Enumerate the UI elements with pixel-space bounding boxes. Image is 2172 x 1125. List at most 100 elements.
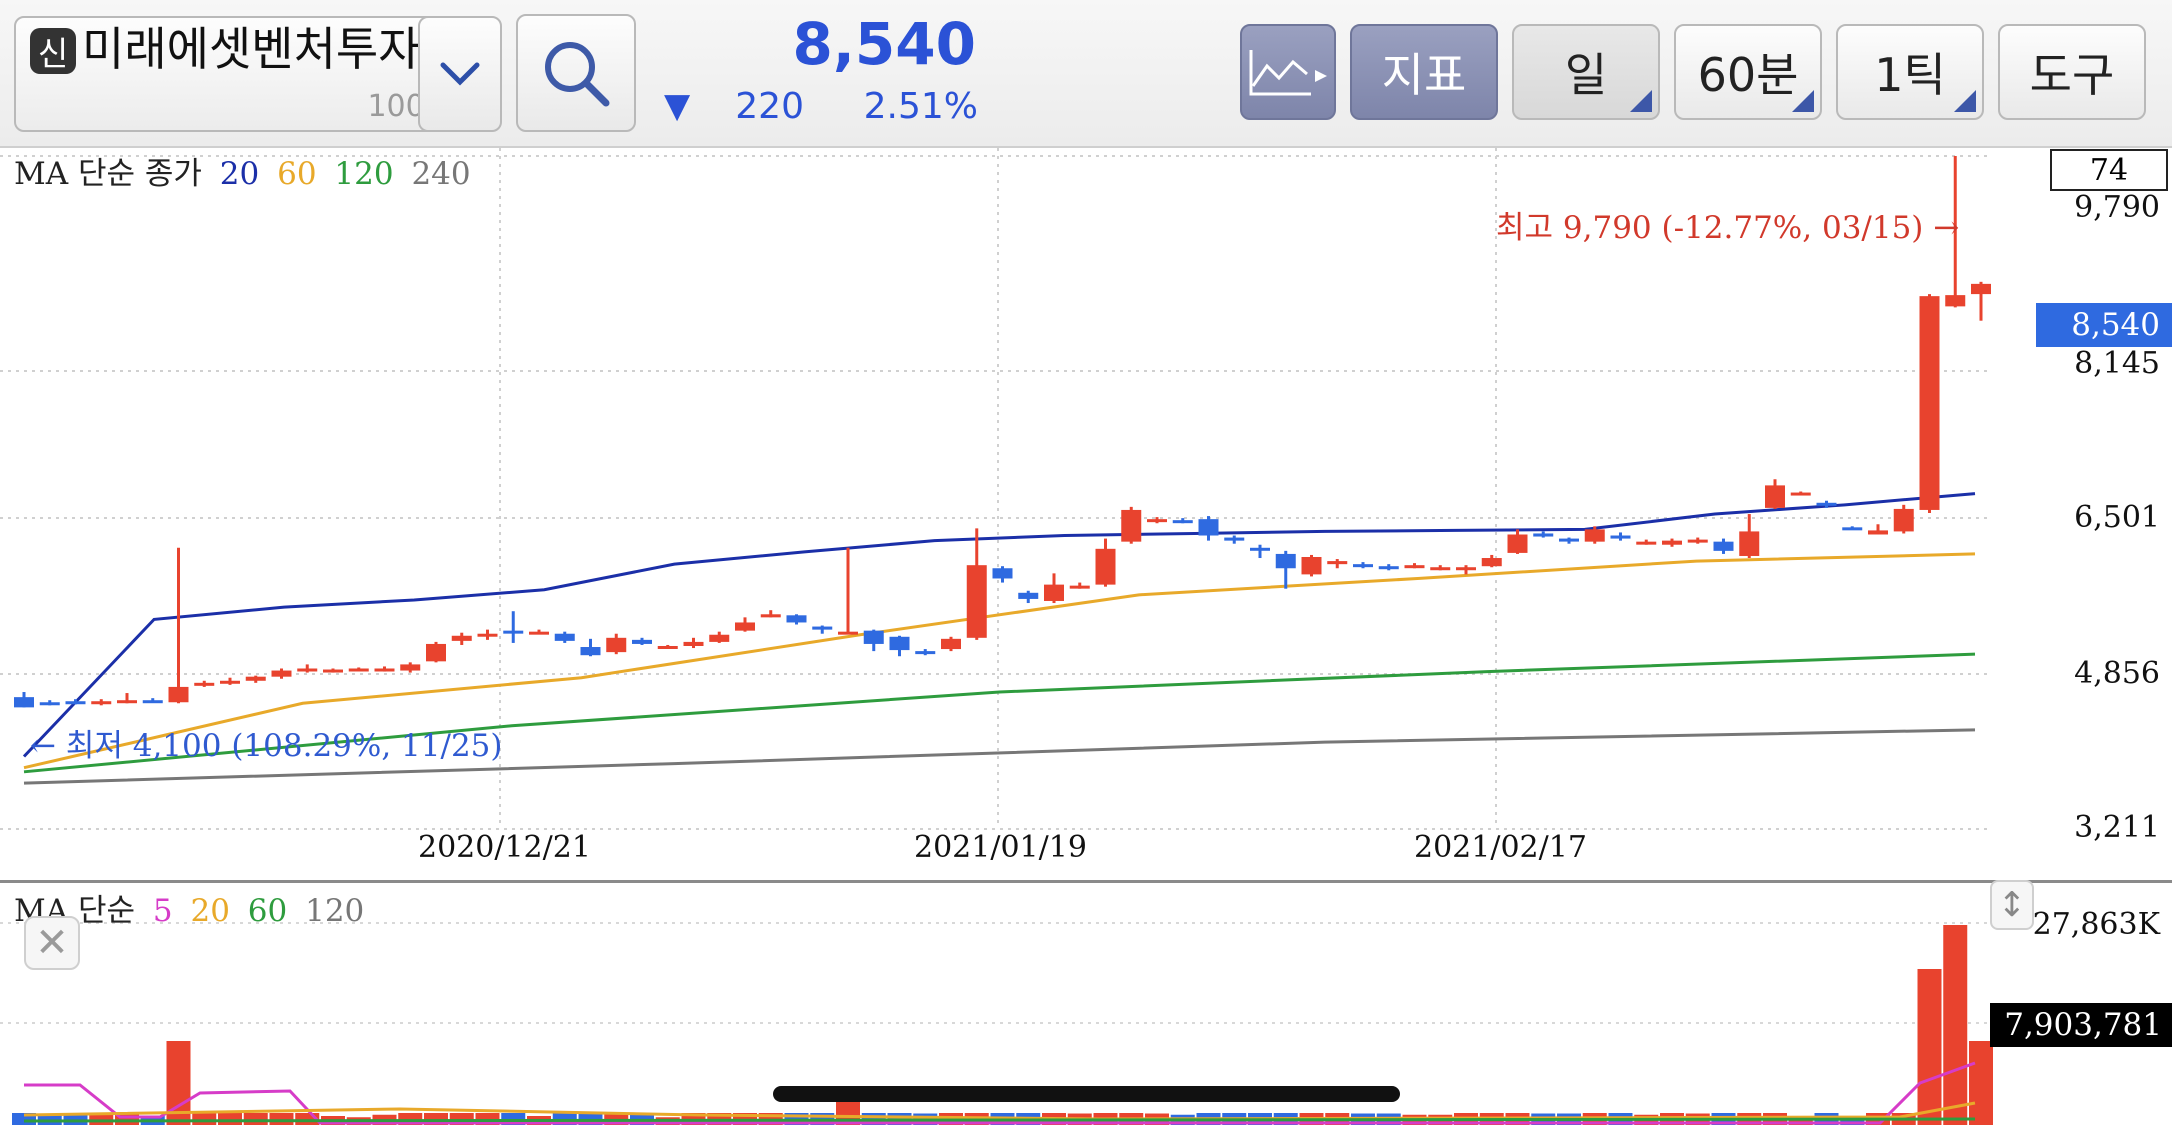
- y-axis-label: 8,145: [2074, 346, 2160, 381]
- volume-bar: [243, 1113, 268, 1125]
- candle-body: [529, 631, 549, 635]
- candle-body: [1739, 531, 1760, 556]
- candle-count[interactable]: 74: [2050, 149, 2168, 191]
- resize-pane-button[interactable]: ↕: [1990, 880, 2034, 930]
- candle-body: [554, 633, 575, 641]
- dropdown-corner-icon: [1792, 90, 1814, 112]
- home-indicator[interactable]: [773, 1086, 1400, 1102]
- volume-ma-5: 5: [152, 893, 173, 929]
- stock-name: 미래에셋벤처투자: [82, 22, 421, 76]
- close-icon: ✕: [35, 920, 69, 966]
- candle-body: [1842, 527, 1863, 531]
- candle-body: [1404, 565, 1425, 569]
- tick-button[interactable]: 1틱: [1836, 24, 1984, 120]
- candle-body: [65, 701, 86, 705]
- y-axis-label: 6,501: [2074, 500, 2160, 535]
- candle-body: [477, 633, 498, 637]
- tick-label: 1틱: [1874, 48, 1946, 102]
- ma-legend-120: 120: [334, 156, 394, 192]
- candle-body: [709, 634, 730, 642]
- ma-legend-60: 60: [277, 156, 317, 192]
- candle-body: [683, 641, 704, 646]
- candle-body: [838, 631, 858, 635]
- minute-label: 60분: [1697, 48, 1799, 102]
- low-annotation: ← 최저 4,100 (108.29%, 11/25): [30, 728, 503, 764]
- candle-body: [451, 635, 472, 641]
- candle-body: [1790, 492, 1811, 496]
- price-chart[interactable]: MA 단순 종가 20 60 120 240 9,790 8,145 6,501…: [0, 148, 2172, 878]
- candle-body: [194, 682, 215, 686]
- candle-body: [632, 639, 652, 644]
- candle-body: [245, 676, 266, 681]
- volume-max-label: 27,863K: [2032, 907, 2160, 942]
- candle-body: [606, 637, 627, 653]
- volume-ma-120: 120: [305, 893, 365, 929]
- candle-body: [1172, 520, 1193, 524]
- candle-body: [812, 626, 833, 630]
- credit-badge: 신: [30, 28, 76, 74]
- candle-body: [1430, 567, 1451, 571]
- candle-body: [1713, 541, 1734, 551]
- candle-body: [220, 680, 240, 684]
- candle-body: [1327, 561, 1348, 565]
- candle-body: [1224, 537, 1245, 541]
- tools-button[interactable]: 도구: [1998, 24, 2146, 120]
- current-price: 8,540: [792, 10, 976, 78]
- period-label: 일: [1564, 48, 1608, 102]
- volume-bar: [1943, 925, 1968, 1125]
- close-indicator-button[interactable]: ✕: [24, 916, 80, 970]
- candle-body: [915, 651, 936, 655]
- chevron-down-icon: [440, 62, 480, 86]
- ma-legend-240: 240: [411, 156, 471, 192]
- candle-body: [1533, 533, 1554, 537]
- candle-body: [1275, 553, 1296, 569]
- candle-body: [1456, 567, 1476, 571]
- candle-body: [1069, 585, 1090, 589]
- volume-bar: [218, 1113, 242, 1125]
- candle-body: [760, 614, 781, 618]
- indicator-button[interactable]: 지표: [1350, 24, 1498, 120]
- candle-body: [1507, 534, 1528, 553]
- ma20-line: [22, 492, 1976, 758]
- search-button[interactable]: [516, 14, 636, 132]
- candle-body: [39, 702, 60, 706]
- candle-body: [657, 645, 678, 649]
- candle-body: [91, 701, 112, 705]
- candle-body: [992, 568, 1013, 579]
- volume-ma60-line: [23, 1117, 1976, 1123]
- high-annotation: 최고 9,790 (-12.77%, 03/15) →: [1496, 210, 1960, 246]
- candle-body: [271, 670, 292, 677]
- candle-body: [786, 615, 807, 623]
- x-axis-label: 2021/02/17: [1414, 830, 1587, 865]
- candle-body: [1378, 566, 1399, 570]
- stock-dropdown-button[interactable]: [418, 16, 502, 132]
- candle-body: [1250, 547, 1270, 551]
- candle-body: [142, 700, 163, 704]
- candle-body: [889, 636, 910, 651]
- candle-body: [1481, 558, 1502, 567]
- volume-bar: [192, 1113, 217, 1125]
- candle-body: [580, 647, 601, 656]
- candle-body: [1353, 564, 1373, 568]
- candle-body: [1018, 592, 1039, 599]
- candle-body: [1636, 541, 1657, 545]
- candle-body: [1662, 540, 1682, 545]
- minute-button[interactable]: 60분: [1674, 24, 1822, 120]
- candle-body: [1687, 539, 1708, 543]
- candle-body: [735, 622, 755, 631]
- candle-body: [1971, 283, 1991, 295]
- chart-type-button[interactable]: [1240, 24, 1336, 120]
- dropdown-corner-icon: [1630, 90, 1652, 112]
- candle-body: [1816, 502, 1837, 506]
- candle-body: [1584, 529, 1605, 542]
- candle-body: [1945, 295, 1966, 307]
- candle-body: [503, 630, 524, 634]
- price-change-percent: 2.51%: [863, 86, 978, 127]
- line-chart-icon: [1249, 50, 1327, 96]
- period-day-button[interactable]: 일: [1512, 24, 1660, 120]
- candle-body: [168, 686, 189, 703]
- vertical-resize-icon: ↕: [1997, 885, 2027, 925]
- candle-body: [14, 697, 34, 708]
- volume-ma-60: 60: [247, 893, 288, 929]
- price-chart-canvas: [0, 148, 1991, 830]
